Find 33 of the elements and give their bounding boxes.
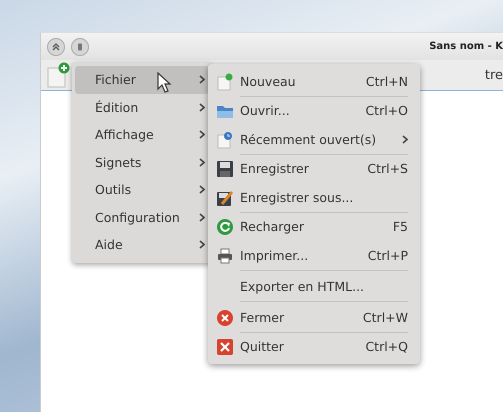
menu-item[interactable]: Ouvrir... Ctrl+O — [208, 97, 420, 124]
window-menu-button[interactable] — [47, 38, 65, 56]
pin-bar-icon — [75, 42, 85, 52]
menu-item[interactable]: Recharger F5 — [208, 213, 420, 240]
quit-icon — [216, 338, 234, 356]
mouse-pointer-icon — [156, 72, 172, 94]
chevron-right-icon — [199, 158, 205, 167]
floppy-pencil-icon — [216, 188, 234, 206]
chevron-right-icon — [199, 102, 205, 112]
document-clock-icon — [216, 130, 234, 148]
menu-item[interactable]: Fichier — [75, 66, 209, 94]
menu-item[interactable]: Configuration — [75, 204, 209, 231]
chevron-right-icon — [199, 240, 205, 250]
printer-icon — [216, 246, 234, 264]
menu-item[interactable]: Outils — [75, 176, 209, 204]
menu-item[interactable]: Affichage — [75, 121, 209, 148]
reload-icon — [216, 218, 234, 236]
chevron-right-icon — [199, 75, 205, 84]
double-chevron-up-icon — [51, 42, 61, 52]
menu-item[interactable]: Signets — [75, 148, 209, 176]
menu-item[interactable]: Aide — [75, 231, 209, 258]
new-document-icon[interactable] — [47, 62, 71, 88]
menu-item[interactable]: Édition — [75, 94, 209, 121]
menu-item[interactable]: Quitter Ctrl+Q — [208, 333, 420, 360]
new-document-icon — [216, 72, 234, 90]
chevron-right-icon — [199, 185, 205, 194]
keep-on-top-button[interactable] — [71, 38, 89, 56]
chevron-right-icon — [199, 130, 205, 140]
menu-item[interactable]: Enregistrer Ctrl+S — [208, 155, 420, 182]
toolbar-text: tre — [484, 68, 503, 82]
close-icon — [216, 308, 234, 326]
chevron-right-icon — [199, 212, 205, 222]
window-title: Sans nom - K — [429, 41, 503, 52]
